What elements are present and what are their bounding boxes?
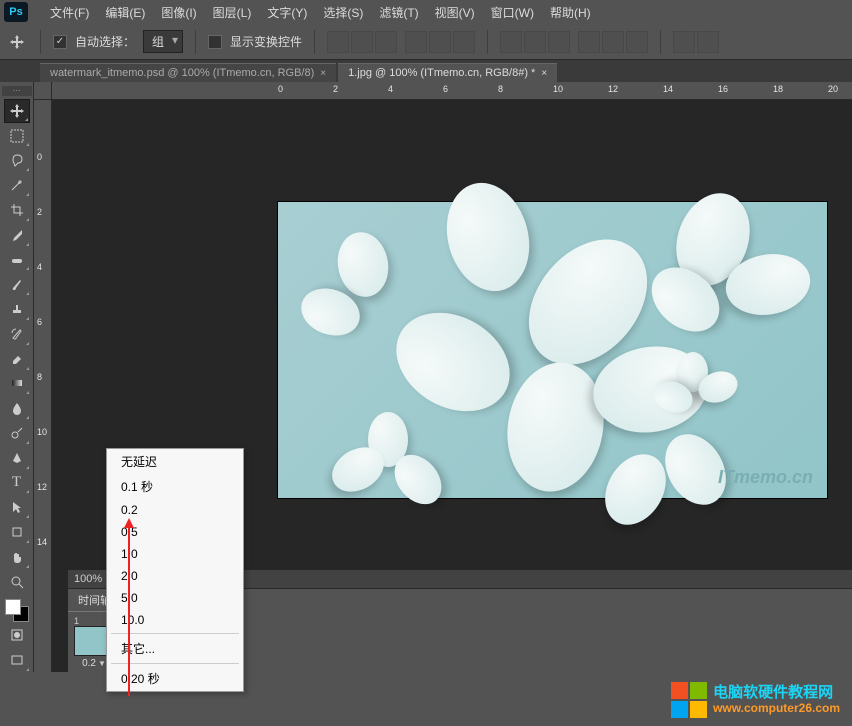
align-btn[interactable] — [375, 31, 397, 53]
fg-color-swatch[interactable] — [5, 599, 21, 615]
pen-tool[interactable] — [4, 446, 30, 470]
menu-type[interactable]: 文字(Y) — [259, 1, 315, 24]
ruler-horizontal[interactable]: 02468101214161820 — [52, 82, 852, 100]
align-btn[interactable] — [405, 31, 427, 53]
distribute-btn[interactable] — [524, 31, 546, 53]
menu-view[interactable]: 视图(V) — [427, 1, 483, 24]
canvas[interactable]: ITmemo.cn — [278, 202, 827, 498]
menu-filter[interactable]: 滤镜(T) — [371, 1, 426, 24]
hand-tool[interactable] — [4, 545, 30, 569]
distribute-btn[interactable] — [602, 31, 624, 53]
distribute-btn[interactable] — [578, 31, 600, 53]
show-transform-label: 显示变换控件 — [230, 33, 302, 50]
dodge-tool[interactable] — [4, 421, 30, 445]
path-select-tool[interactable] — [4, 495, 30, 519]
close-icon[interactable]: × — [541, 68, 547, 79]
arrange-btn[interactable] — [697, 31, 719, 53]
healing-tool[interactable] — [4, 248, 30, 272]
menu-edit[interactable]: 编辑(E) — [97, 1, 153, 24]
screenmode-tool[interactable] — [4, 648, 30, 672]
doc-tab-bar: watermark_itmemo.psd @ 100% (ITmemo.cn, … — [0, 60, 852, 82]
delay-no-delay[interactable]: 无延迟 — [107, 449, 243, 474]
menu-help[interactable]: 帮助(H) — [542, 1, 599, 24]
quickmask-tool[interactable] — [4, 623, 30, 647]
eraser-tool[interactable] — [4, 347, 30, 371]
options-bar: 自动选择： 组 显示变换控件 — [0, 24, 852, 60]
footer-url: www.computer26.com — [713, 702, 840, 715]
move-tool[interactable] — [4, 99, 30, 123]
move-tool-icon — [6, 31, 28, 53]
menu-select[interactable]: 选择(S) — [315, 1, 371, 24]
arrange-group — [673, 31, 719, 53]
close-icon[interactable]: × — [320, 68, 326, 79]
marquee-tool[interactable] — [4, 124, 30, 148]
align-btn[interactable] — [453, 31, 475, 53]
align-btn[interactable] — [429, 31, 451, 53]
distribute-btn[interactable] — [500, 31, 522, 53]
crop-tool[interactable] — [4, 198, 30, 222]
align-btn[interactable] — [351, 31, 373, 53]
footer-site-name: 电脑软硬件教程网 — [713, 685, 840, 702]
history-brush-tool[interactable] — [4, 322, 30, 346]
gradient-tool[interactable] — [4, 372, 30, 396]
menu-layer[interactable]: 图层(L) — [205, 1, 260, 24]
shape-tool[interactable] — [4, 520, 30, 544]
frame-delay-menu: 无延迟 0.1 秒 0.2 0.5 1.0 2.0 5.0 10.0 其它...… — [106, 448, 244, 692]
align-group-2 — [405, 31, 475, 53]
auto-select-dropdown[interactable]: 组 — [143, 30, 183, 53]
brush-tool[interactable] — [4, 272, 30, 296]
footer-watermark: 电脑软硬件教程网 www.computer26.com — [671, 682, 840, 718]
annotation-arrow — [128, 524, 130, 696]
doc-tab-1[interactable]: watermark_itmemo.psd @ 100% (ITmemo.cn, … — [40, 63, 336, 82]
photoshop-logo: Ps — [4, 2, 28, 22]
distribute-group-2 — [578, 31, 648, 53]
distribute-btn[interactable] — [548, 31, 570, 53]
align-group-1 — [327, 31, 397, 53]
stamp-tool[interactable] — [4, 297, 30, 321]
menu-file[interactable]: 文件(F) — [42, 1, 97, 24]
zoom-tool[interactable] — [4, 570, 30, 594]
align-btn[interactable] — [327, 31, 349, 53]
frame-delay[interactable]: 0.2▼ — [82, 658, 106, 669]
distribute-btn[interactable] — [626, 31, 648, 53]
lasso-tool[interactable] — [4, 148, 30, 172]
ruler-vertical[interactable]: 02468101214 — [34, 100, 52, 672]
zoom-level[interactable]: 100% — [74, 573, 102, 585]
doc-tab-2[interactable]: 1.jpg @ 100% (ITmemo.cn, RGB/8#) *× — [338, 63, 557, 82]
ruler-corner — [34, 82, 52, 100]
toolbar-collapse[interactable]: ⋯ — [2, 86, 32, 96]
wand-tool[interactable] — [4, 173, 30, 197]
menubar: Ps 文件(F) 编辑(E) 图像(I) 图层(L) 文字(Y) 选择(S) 滤… — [0, 0, 852, 24]
windows-logo-icon — [671, 682, 707, 718]
eyedropper-tool[interactable] — [4, 223, 30, 247]
show-transform-checkbox[interactable] — [208, 35, 222, 49]
arrange-btn[interactable] — [673, 31, 695, 53]
auto-select-label: 自动选择： — [75, 33, 135, 50]
distribute-group-1 — [500, 31, 570, 53]
menu-image[interactable]: 图像(I) — [153, 1, 204, 24]
blur-tool[interactable] — [4, 396, 30, 420]
menu-window[interactable]: 窗口(W) — [483, 1, 542, 24]
type-tool[interactable]: T — [4, 471, 30, 495]
auto-select-checkbox[interactable] — [53, 35, 67, 49]
delay-0-1[interactable]: 0.1 秒 — [107, 474, 243, 499]
color-swatches[interactable] — [5, 599, 29, 623]
toolbar: ⋯ T — [0, 82, 34, 672]
watermark-text: ITmemo.cn — [718, 467, 813, 488]
chevron-down-icon: ▼ — [98, 659, 106, 668]
